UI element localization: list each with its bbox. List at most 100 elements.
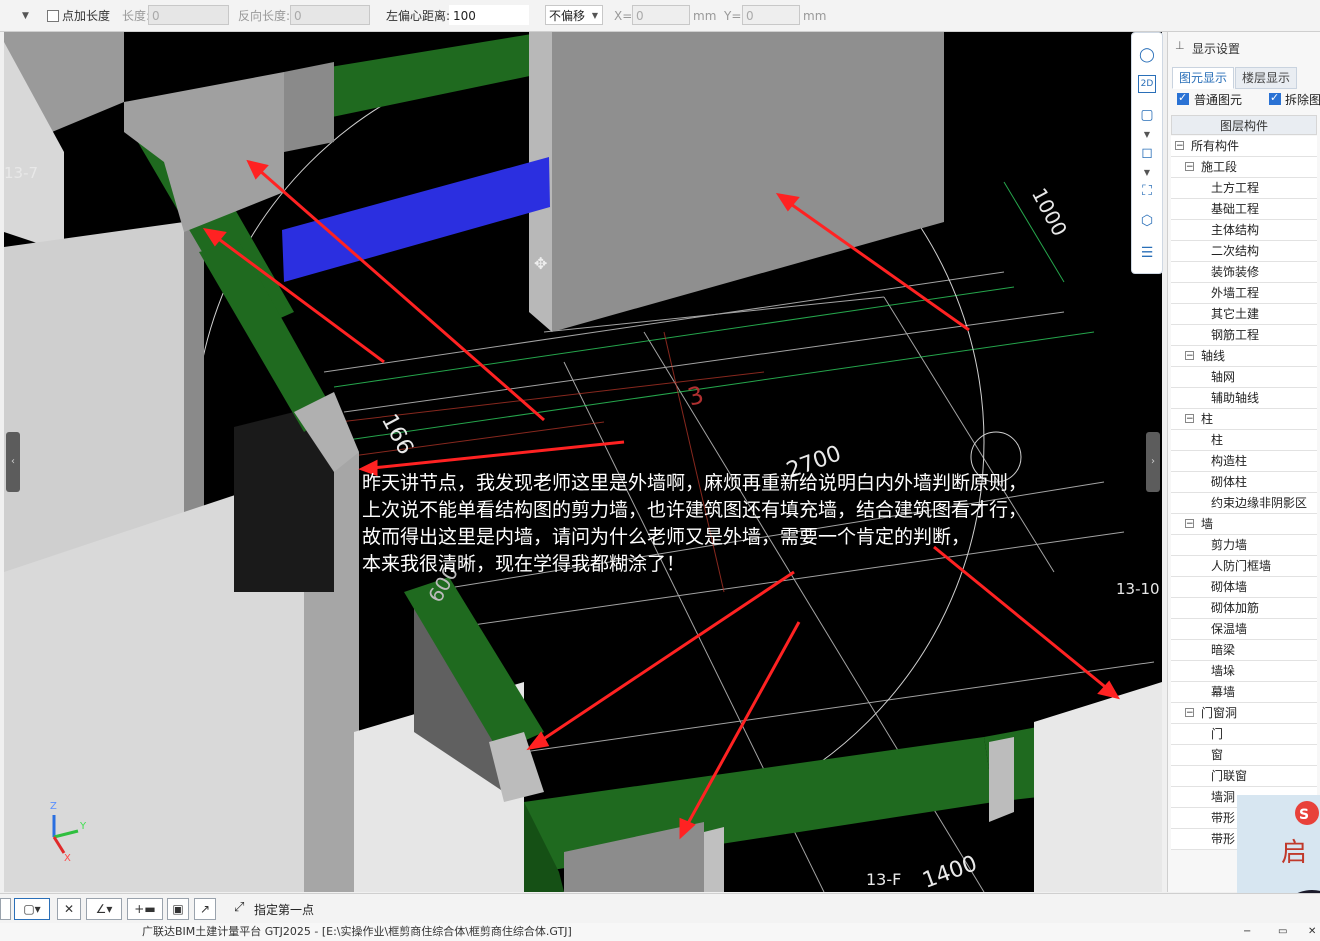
tree-item[interactable]: 保温墙 [1171, 619, 1317, 640]
chevron-left-icon: ‹ [11, 456, 15, 467]
model-scene [4, 32, 1162, 892]
tree-item-label: 墙垛 [1211, 664, 1236, 678]
offset-label: 左偏心距离: [386, 9, 451, 23]
close-icon: ✕ [63, 902, 75, 916]
normal-elements-checkbox[interactable] [1177, 91, 1189, 105]
gizmo-z-label: Z [50, 801, 57, 812]
tab-element-display[interactable]: 图元显示 [1172, 67, 1235, 89]
tree-item[interactable]: 土方工程 [1171, 178, 1317, 199]
right-collapse-handle[interactable]: › [1146, 432, 1160, 492]
tree-item[interactable]: 约束边缘非阴影区 [1171, 493, 1317, 514]
angle-button[interactable]: ∠▾ [86, 898, 122, 920]
tab-floor-display[interactable]: 楼层显示 [1235, 67, 1298, 89]
tree-item[interactable]: − 门窗洞 [1171, 703, 1317, 724]
chevron-down-icon[interactable]: ▼ [1137, 163, 1157, 183]
tree-item-label: 施工段 [1201, 160, 1238, 174]
tree-item[interactable]: 砌体墙 [1171, 577, 1317, 598]
offset-input[interactable]: 100 [449, 5, 529, 25]
tree-toggle-icon[interactable]: − [1185, 708, 1194, 718]
tree-item-label: 柱 [1201, 412, 1214, 426]
tree-item-label: 门窗洞 [1201, 706, 1238, 720]
tree-item[interactable]: − 轴线 [1171, 346, 1317, 367]
tree-item-label: 剪力墙 [1211, 538, 1248, 552]
tree-item[interactable]: 暗梁 [1171, 640, 1317, 661]
length-input[interactable]: 0 [148, 5, 229, 25]
tree-item[interactable]: 砌体柱 [1171, 472, 1317, 493]
rect-select-button[interactable]: ▢▾ [14, 898, 50, 920]
pin-icon[interactable]: ⊥ [1175, 39, 1185, 52]
3d-viewport[interactable]: 13-7 1000 2700 166 3 600 13-10 13-F 1400… [4, 32, 1162, 892]
zoom-extents-icon[interactable]: ⛶ [1137, 181, 1157, 201]
tree-item[interactable]: 主体结构 [1171, 220, 1317, 241]
tree-item[interactable]: 外墙工程 [1171, 283, 1317, 304]
3d-view-icon[interactable]: ◻ [1137, 143, 1157, 163]
tree-item[interactable]: − 墙 [1171, 514, 1317, 535]
tree-item[interactable]: 装饰装修 [1171, 262, 1317, 283]
tree-item[interactable]: 轴网 [1171, 367, 1317, 388]
tree-toggle-icon[interactable]: − [1185, 519, 1194, 529]
close-icon[interactable]: ✕ [1308, 923, 1316, 941]
tree-item-label: 其它土建 [1211, 307, 1260, 321]
tree-item[interactable]: 剪力墙 [1171, 535, 1317, 556]
prev-tool-button[interactable] [0, 898, 11, 920]
layers-icon: ▣ [172, 902, 184, 916]
reverse-length-input[interactable]: 0 [290, 5, 370, 25]
tree-item[interactable]: 砌体加筋 [1171, 598, 1317, 619]
tree-toggle-icon[interactable]: − [1185, 351, 1194, 361]
tree-item[interactable]: 钢筋工程 [1171, 325, 1317, 346]
tree-item-label: 装饰装修 [1211, 265, 1260, 279]
dropdown-arrow-icon[interactable]: ▼ [22, 7, 29, 25]
tree-item-label: 人防门框墙 [1211, 559, 1272, 573]
offset-mode-select[interactable]: 不偏移 ▼ [545, 5, 603, 25]
tree-toggle-icon[interactable]: − [1185, 162, 1194, 172]
minimize-icon[interactable]: − [1243, 923, 1251, 941]
tree-item[interactable]: 构造柱 [1171, 451, 1317, 472]
tree-item[interactable]: − 所有构件 [1171, 136, 1317, 157]
reverse-length-label: 反向长度: [238, 9, 291, 23]
properties-icon[interactable]: ☰ [1137, 243, 1157, 263]
point-length-checkbox[interactable] [47, 10, 59, 22]
layer-view-icon[interactable]: ⬡ [1137, 211, 1157, 231]
gizmo-x-label: X [64, 853, 71, 864]
tree-item[interactable]: 门联窗 [1171, 766, 1317, 787]
orbit-icon[interactable]: ◯ [1137, 45, 1157, 65]
tree-item[interactable]: 其它土建 [1171, 304, 1317, 325]
tree-item[interactable]: 二次结构 [1171, 241, 1317, 262]
cross-select-button[interactable]: ✕ [57, 898, 81, 920]
tree-item[interactable]: − 柱 [1171, 409, 1317, 430]
tree-item-label: 约束边缘非阴影区 [1211, 496, 1308, 510]
chevron-down-icon[interactable]: ▼ [1137, 125, 1157, 145]
tree-item-label: 砌体墙 [1211, 580, 1248, 594]
tree-item-label: 墙洞 [1211, 790, 1236, 804]
box-view-icon[interactable]: ▢ [1137, 105, 1157, 125]
axis-gizmo: Z Y X [42, 801, 92, 867]
tree-item-label: 保温墙 [1211, 622, 1248, 636]
gizmo-y-label: Y [80, 821, 87, 832]
demolish-checkbox[interactable] [1269, 91, 1281, 105]
tree-toggle-icon[interactable]: − [1175, 141, 1184, 151]
left-collapse-handle[interactable]: ‹ [6, 432, 20, 492]
tree-item[interactable]: 基础工程 [1171, 199, 1317, 220]
tree-item-label: 带形 [1211, 811, 1236, 825]
chevron-right-icon: › [1151, 456, 1155, 467]
tree-item[interactable]: 墙垛 [1171, 661, 1317, 682]
tree-toggle-icon[interactable]: − [1185, 414, 1194, 424]
layer-button[interactable]: ▣ [167, 898, 189, 920]
arc-button[interactable]: ↗ [194, 898, 216, 920]
tree-item[interactable]: 人防门框墙 [1171, 556, 1317, 577]
draw-toolbar: ▢▾ ✕ ∠▾ +▬ ▣ ↗ ⤢ 指定第一点 [0, 893, 1320, 924]
tree-item-label: 辅助轴线 [1211, 391, 1260, 405]
tree-item[interactable]: − 施工段 [1171, 157, 1317, 178]
tree-item[interactable]: 辅助轴线 [1171, 388, 1317, 409]
tree-item-label: 幕墙 [1211, 685, 1236, 699]
y-input[interactable]: 0 [742, 5, 800, 25]
tree-item[interactable]: 窗 [1171, 745, 1317, 766]
restore-icon[interactable]: ▭ [1278, 923, 1287, 941]
tree-item[interactable]: 门 [1171, 724, 1317, 745]
tree-item[interactable]: 幕墙 [1171, 682, 1317, 703]
tree-item-label: 钢筋工程 [1211, 328, 1260, 342]
2d-view-icon[interactable]: 2D [1138, 75, 1156, 93]
dimension-button[interactable]: +▬ [127, 898, 163, 920]
x-input[interactable]: 0 [632, 5, 690, 25]
tree-item[interactable]: 柱 [1171, 430, 1317, 451]
